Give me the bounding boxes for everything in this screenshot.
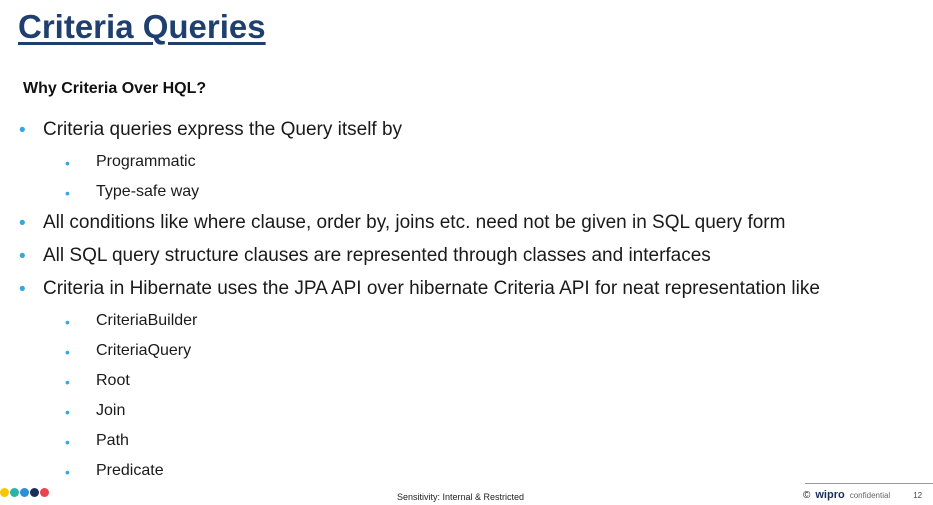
bullet-text: All conditions like where clause, order … xyxy=(43,212,786,233)
sub-bullet-item: • Programmatic xyxy=(0,148,933,178)
bullet-list: • Criteria queries express the Query its… xyxy=(0,115,933,487)
sub-bullet-item: • Root xyxy=(0,367,933,397)
bullet-dot-icon: • xyxy=(19,279,26,300)
sub-bullet-item: • Path xyxy=(0,427,933,457)
bullet-dot-icon: • xyxy=(65,185,70,201)
page-number: 12 xyxy=(913,491,923,500)
sub-bullet-item: • CriteriaQuery xyxy=(0,337,933,367)
sub-bullet-text: Programmatic xyxy=(96,153,196,170)
brand-dot-icon xyxy=(20,488,29,497)
bullet-item: • Criteria in Hibernate uses the JPA API… xyxy=(0,274,933,307)
wipro-logo: wipro xyxy=(815,489,845,501)
confidential-label: confidential xyxy=(849,491,891,500)
sub-bullet-text: Predicate xyxy=(96,462,164,479)
sub-bullet-item: • Type-safe way xyxy=(0,178,933,208)
bullet-text: Criteria in Hibernate uses the JPA API o… xyxy=(43,278,820,299)
sub-bullet-item: • CriteriaBuilder xyxy=(0,307,933,337)
bullet-dot-icon: • xyxy=(65,374,70,390)
footer-brand: © wipro confidential 12 xyxy=(803,489,922,501)
bullet-dot-icon: • xyxy=(65,464,70,480)
slide-subtitle: Why Criteria Over HQL? xyxy=(23,80,207,97)
bullet-text: All SQL query structure clauses are repr… xyxy=(43,245,711,266)
sub-bullet-text: Type-safe way xyxy=(96,183,200,200)
bullet-dot-icon: • xyxy=(65,404,70,420)
bullet-text: Criteria queries express the Query itsel… xyxy=(43,119,403,140)
sub-bullet-text: Path xyxy=(96,432,129,449)
bullet-dot-icon: • xyxy=(19,120,26,141)
bullet-item: • All conditions like where clause, orde… xyxy=(0,208,933,241)
sub-bullet-item: • Join xyxy=(0,397,933,427)
bullet-dot-icon: • xyxy=(65,155,70,171)
sub-bullet-text: Root xyxy=(96,372,130,389)
bullet-dot-icon: • xyxy=(65,314,70,330)
sub-bullet-text: Join xyxy=(96,402,126,419)
brand-dots xyxy=(0,488,49,497)
sensitivity-label: Sensitivity: Internal & Restricted xyxy=(397,492,525,502)
bullet-dot-icon: • xyxy=(65,434,70,450)
brand-dot-icon xyxy=(40,488,49,497)
brand-dot-icon xyxy=(0,488,9,497)
bullet-dot-icon: • xyxy=(19,246,26,267)
sub-bullet-text: CriteriaBuilder xyxy=(96,312,198,329)
slide-title: Criteria Queries xyxy=(18,8,266,45)
sub-bullet-item: • Predicate xyxy=(0,457,933,487)
brand-dot-icon xyxy=(10,488,19,497)
bullet-item: • All SQL query structure clauses are re… xyxy=(0,241,933,274)
bullet-dot-icon: • xyxy=(19,213,26,234)
footer-divider xyxy=(805,483,933,484)
bullet-dot-icon: • xyxy=(65,344,70,360)
sub-bullet-text: CriteriaQuery xyxy=(96,342,192,359)
brand-dot-icon xyxy=(30,488,39,497)
bullet-item: • Criteria queries express the Query its… xyxy=(0,115,933,148)
copyright-icon: © xyxy=(803,490,811,501)
